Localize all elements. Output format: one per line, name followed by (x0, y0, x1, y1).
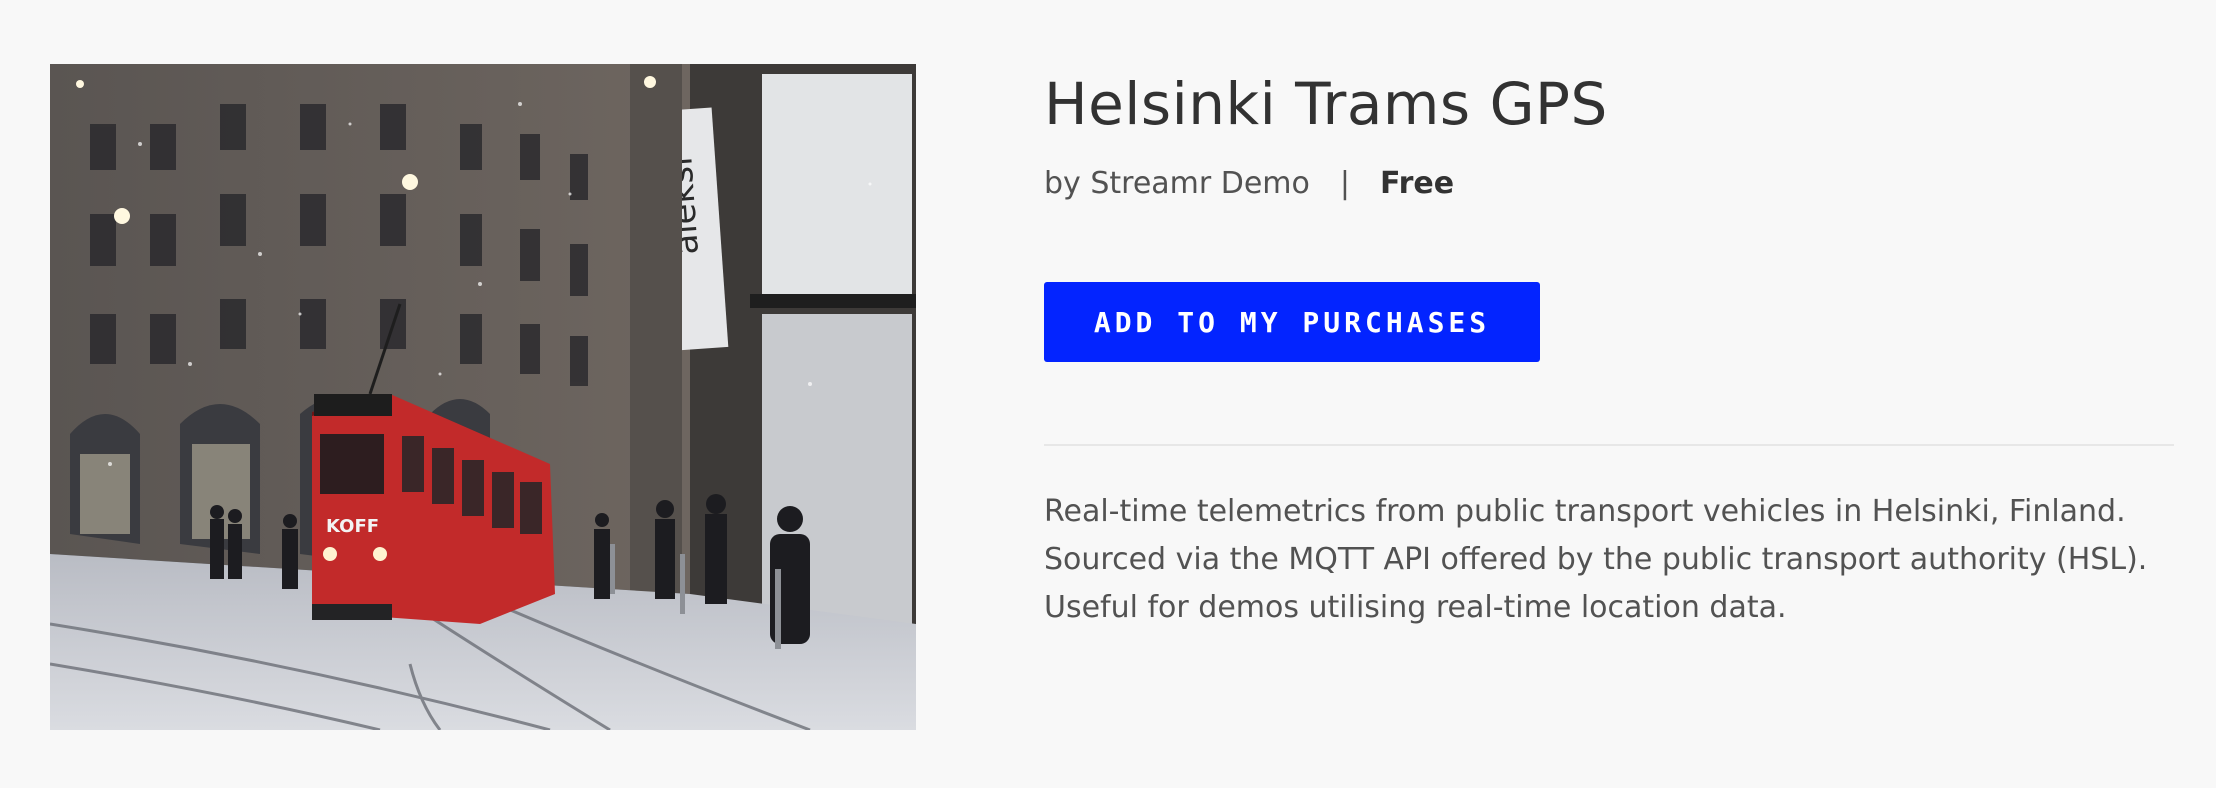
meta-separator: | (1339, 166, 1350, 201)
product-image: aleksi KOFF (50, 64, 916, 730)
product-meta: by Streamr Demo | Free (1044, 164, 2174, 204)
product-description: Real-time telemetrics from public transp… (1044, 488, 2174, 632)
owner-label: by Streamr Demo (1044, 166, 1310, 201)
add-to-purchases-button[interactable]: ADD TO MY PURCHASES (1044, 282, 1540, 362)
description-line: Useful for demos utilising real-time loc… (1044, 590, 1787, 625)
product-details: Helsinki Trams GPS by Streamr Demo | Fre… (1044, 64, 2174, 632)
divider (1044, 444, 2174, 446)
description-line: Sourced via the MQTT API offered by the … (1044, 542, 2148, 577)
product-page: aleksi KOFF Helsinki Trams GPS by Stream… (0, 0, 2216, 788)
product-title: Helsinki Trams GPS (1044, 70, 1608, 138)
price-label: Free (1380, 166, 1455, 201)
description-line: Real-time telemetrics from public transp… (1044, 494, 2126, 529)
tram-text: KOFF (326, 516, 379, 537)
tram-photo: aleksi KOFF (50, 64, 916, 730)
